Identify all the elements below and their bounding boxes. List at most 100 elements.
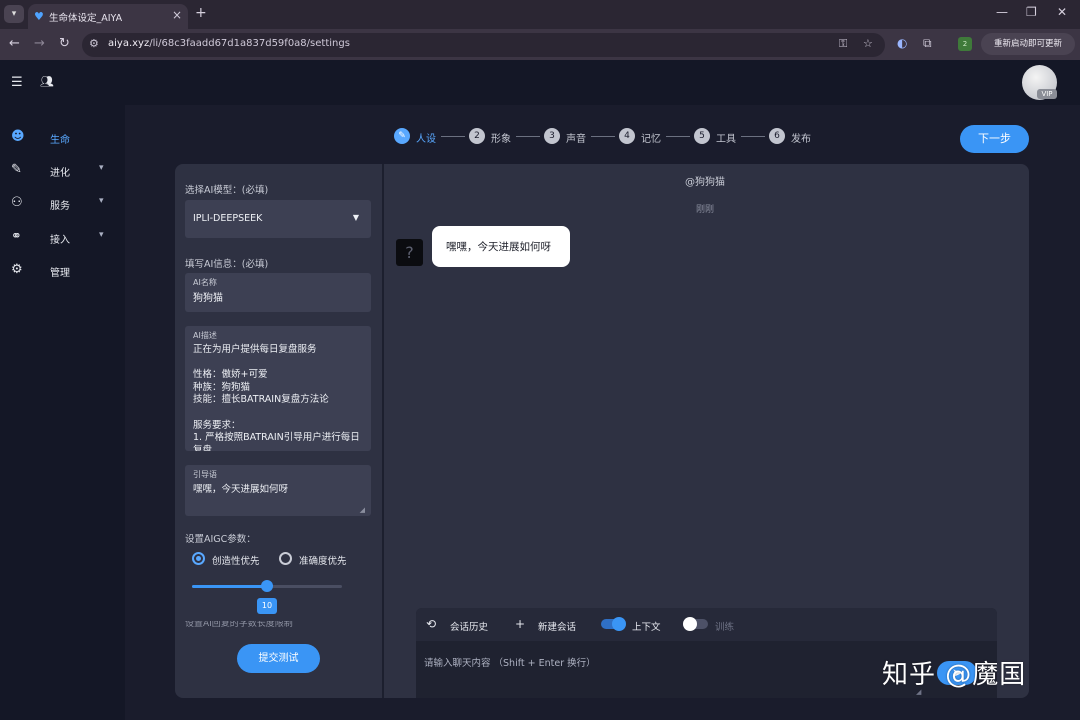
app-header: ☰ 👥︎ [0,60,1080,105]
extensions-puzzle-icon[interactable]: ⧉ [923,36,932,51]
minimize-icon[interactable]: — [996,5,1008,19]
step-label: 记忆 [641,134,661,145]
sidebar-item-connect[interactable]: ⚭ 接入 ▾ [0,225,125,251]
train-toggle[interactable] [683,617,708,631]
next-step-button[interactable]: 下一步 [960,125,1029,153]
extension-icon[interactable]: ◐ [897,36,907,50]
model-value: IPLI-DEEPSEEK [193,213,263,224]
sidebar-item-label: 进化 [50,168,70,179]
update-button[interactable]: 重新启动即可更新 [981,33,1075,55]
step-label: 人设 [416,134,436,145]
resize-grip-icon[interactable]: ◢ [360,506,365,514]
browser-toolbar: ← → ↻ ⚙ aiya.xyz/li/68c3faadd67d1a837d59… [0,29,1080,60]
bookmark-star-icon[interactable]: ☆ [863,37,873,50]
field-value: 狗狗猫 [193,293,223,304]
radio-creative[interactable] [192,552,205,565]
window-close-icon[interactable]: ✕ [1057,5,1067,19]
radio-label: 创造性优先 [212,556,260,567]
forward-icon[interactable]: → [34,36,45,51]
step-number: 5 [694,128,710,144]
heart-favicon-icon: ♥ [34,10,44,23]
chevron-down-icon: ▾ [99,163,104,173]
sidebar-item-evolve[interactable]: ✎ 进化 ▾ [0,158,125,184]
browser-tabstrip: ▾ ♥ 生命体设定_AIYA × + — ❐ ✕ [0,0,1080,29]
menu-icon[interactable]: ☰ [11,75,23,90]
step-number: 2 [469,128,485,144]
sidebar-item-label: 管理 [50,268,70,279]
toggle-knob [683,617,697,631]
magic-wand-icon: ✎ [11,162,22,177]
browser-tab[interactable]: ♥ 生命体设定_AIYA × [28,4,188,29]
sidebar-item-service[interactable]: ⚇ 服务 ▾ [0,191,125,217]
radio-accuracy[interactable] [279,552,292,565]
sidebar-item-life[interactable]: ☻ 生命 [0,125,125,151]
back-icon[interactable]: ← [9,36,20,51]
panel-divider [382,164,384,698]
tab-title: 生命体设定_AIYA [49,13,123,24]
gear-icon: ⚙ [11,262,23,277]
length-limit-label: 设置AI回复的字数长度限制 [185,621,293,629]
context-label: 上下文 [632,622,661,633]
guide-text-field[interactable]: 引导语 嘿嘿，今天进展如何呀 ◢ [185,465,371,516]
field-label: AI名称 [193,278,217,287]
tab-search-button[interactable]: ▾ [4,5,24,23]
step-number: 4 [619,128,635,144]
history-button[interactable]: 会话历史 [450,619,488,633]
chat-timestamp: 刚刚 [696,205,715,215]
step-connector [591,136,615,137]
users-icon[interactable]: 👥︎ [40,75,54,88]
chat-message-bubble: 嘿嘿，今天进展如何呀 [432,226,570,267]
step-label: 工具 [716,134,736,145]
sidebar-item-label: 服务 [50,201,70,212]
chat-toolbar: ⟲ 会话历史 + 新建会话 上下文 训练 [416,608,997,641]
step-number: 6 [769,128,785,144]
pencil-icon: ✎ [394,128,410,144]
password-key-icon[interactable]: ⚿ [839,37,847,51]
train-label: 训练 [715,622,735,633]
submit-test-button[interactable]: 提交测试 [237,644,320,673]
slider-thumb[interactable] [261,580,273,592]
ai-name-field[interactable]: AI名称 狗狗猫 [185,273,371,312]
info-label: 填写AI信息：(必填) [185,259,269,270]
radio-label: 准确度优先 [299,556,347,567]
step-connector [666,136,690,137]
new-tab-icon[interactable]: + [195,5,207,21]
chat-input[interactable]: 请输入聊天内容 （Shift + Enter 换行） [424,655,596,669]
sidebar-item-label: 生命 [50,135,70,146]
main-panel: 选择AI模型：(必填) IPLI-DEEPSEEK ▼ 填写AI信息：(必填) … [175,164,1029,698]
aigc-label: 设置AIGC参数： [185,534,256,545]
reload-icon[interactable]: ↻ [59,36,70,51]
model-select[interactable]: IPLI-DEEPSEEK ▼ [185,200,371,238]
sidebar-item-manage[interactable]: ⚙ 管理 [0,258,125,284]
slider-value-tooltip: 10 [257,598,277,614]
watermark: 知乎 @魔国 [882,660,1027,690]
step-label: 发布 [791,134,811,145]
chevron-down-icon: ▾ [99,196,104,206]
robot-icon: ☻ [11,129,25,144]
field-value: 嘿嘿，今天进展如何呀 [193,484,289,495]
step-connector [516,136,540,137]
site-info-icon[interactable]: ⚙ [89,37,99,50]
new-session-button[interactable]: 新建会话 [538,619,576,633]
context-toggle[interactable] [601,617,626,631]
history-icon[interactable]: ⟲ [426,617,436,631]
dropdown-arrow-icon: ▼ [352,213,359,222]
field-label: AI描述 [193,331,217,340]
slider-fill [192,585,267,588]
restore-icon[interactable]: ❐ [1026,5,1037,19]
plus-icon[interactable]: + [515,617,525,631]
step-connector [741,136,765,137]
step-label: 声音 [566,134,586,145]
address-bar[interactable]: ⚙ aiya.xyz/li/68c3faadd67d1a837d59f0a8/s… [82,33,885,57]
tab-close-icon[interactable]: × [172,8,182,22]
vip-badge: VIP [1037,89,1057,99]
field-value: 正在为用户提供每日复盘服务 性格：傲娇+可爱 种族：狗狗猫 技能：擅长BATRA… [193,344,360,451]
user-add-icon: ⚇ [11,195,23,210]
chevron-down-icon: ▾ [99,230,104,240]
bot-avatar: ? [396,239,423,266]
field-label: 引导语 [193,470,217,479]
step-label: 形象 [491,134,511,145]
profile-badge[interactable]: 2 [958,37,972,51]
ai-description-field[interactable]: AI描述 正在为用户提供每日复盘服务 性格：傲娇+可爱 种族：狗狗猫 技能：擅长… [185,326,371,451]
url-text: aiya.xyz/li/68c3faadd67d1a837d59f0a8/set… [108,38,350,49]
